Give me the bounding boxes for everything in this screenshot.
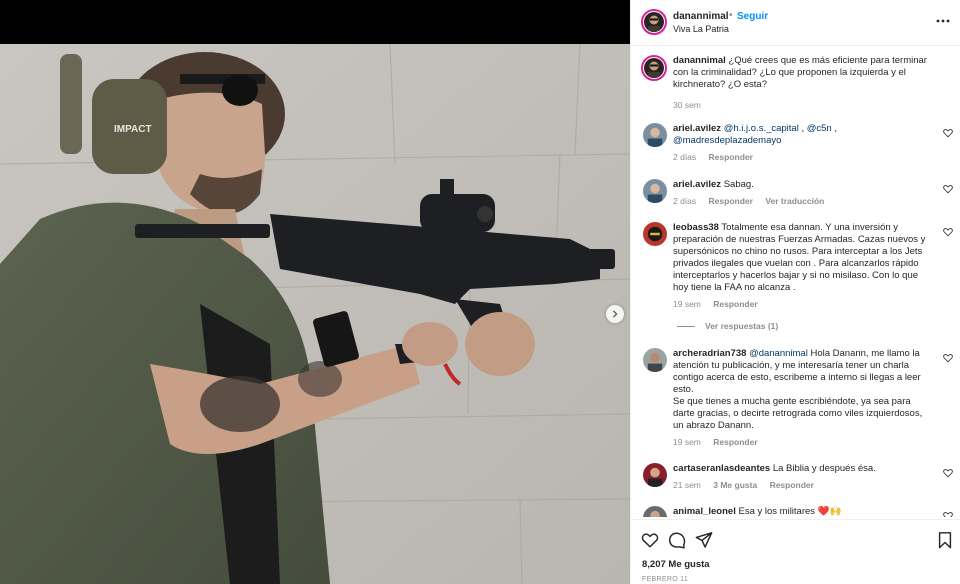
comment-username[interactable]: ariel.avilez <box>673 123 721 134</box>
reply-button[interactable]: Responder <box>713 299 757 309</box>
view-replies-label: Ver respuestas (1) <box>705 321 779 331</box>
comment-item: archeradrian738 @danannimal Hola Danann,… <box>631 348 960 458</box>
separator-dot: • <box>729 10 733 21</box>
mention-link[interactable]: @madresdeplazademayo <box>673 135 781 146</box>
comment-item: ariel.avilez Sabag. 2 días Responder Ver… <box>631 179 960 211</box>
comment-body-2: Se que tienes a mucha gente escribiéndot… <box>673 396 923 431</box>
comment-time[interactable]: 19 sem <box>673 299 701 309</box>
chevron-right-icon <box>612 310 618 318</box>
next-photo-button[interactable] <box>606 305 624 323</box>
earmuff-brand-label: IMPACT <box>114 124 152 135</box>
post-caption: danannimal ¿Qué crees que es más eficien… <box>631 53 960 113</box>
caption-time[interactable]: 30 sem <box>673 100 701 110</box>
caption-meta: 30 sem <box>673 100 711 110</box>
view-replies-button[interactable]: Ver respuestas (1) <box>677 321 778 331</box>
comment-meta: 2 días Responder <box>673 152 763 162</box>
comment-text: ariel.avilez @h.i.j.o.s._capital , @c5n … <box>673 123 837 146</box>
mention-link[interactable]: @danannimal <box>749 348 808 359</box>
reply-button[interactable]: Responder <box>770 480 814 490</box>
heart-icon[interactable] <box>641 531 659 549</box>
replies-line <box>677 326 695 328</box>
comment-item: leobass38 Totalmente esa dannan. Y una i… <box>631 222 960 332</box>
post-actions: 8,207 Me gusta FEBRERO 11 <box>631 519 960 584</box>
comment-time[interactable]: 2 días <box>673 152 696 162</box>
heart-icon[interactable] <box>943 184 953 194</box>
author-avatar[interactable] <box>641 9 667 35</box>
commenter-avatar[interactable] <box>643 222 667 246</box>
commenter-avatar[interactable] <box>643 123 667 147</box>
caption-avatar[interactable] <box>641 55 667 81</box>
commenter-avatar[interactable] <box>643 179 667 203</box>
heart-icon[interactable] <box>943 511 953 517</box>
comment-text: ariel.avilez Sabag. <box>673 179 929 191</box>
comment-time[interactable]: 2 días <box>673 196 696 206</box>
follow-button[interactable]: Seguir <box>737 11 768 22</box>
heart-icon[interactable] <box>943 353 953 363</box>
comment-text: animal_leonel Esa y los militares ❤️🙌 <box>673 506 929 517</box>
comment-text: cartaseranlasdeantes La Biblia y después… <box>673 463 929 475</box>
caption-text: danannimal ¿Qué crees que es más eficien… <box>673 55 929 91</box>
post-media: IMPACT <box>0 0 630 584</box>
post-header: danannimal • Seguir Viva La Patria <box>631 0 960 46</box>
comment-icon[interactable] <box>668 531 686 549</box>
translate-button[interactable]: Ver traducción <box>765 196 824 206</box>
comment-meta: 19 sem Responder <box>673 299 768 309</box>
post-date[interactable]: FEBRERO 11 <box>642 576 688 583</box>
send-icon[interactable] <box>695 531 713 549</box>
post-photo[interactable]: IMPACT <box>0 44 630 584</box>
likes-count[interactable]: 8,207 Me gusta <box>642 559 710 570</box>
comment-likes-button[interactable]: 3 Me gusta <box>713 480 757 490</box>
comment-username[interactable]: archeradrian738 <box>673 348 746 359</box>
heart-icon[interactable] <box>943 468 953 478</box>
comment-body: Sabag. <box>723 179 754 190</box>
reply-button[interactable]: Responder <box>709 152 753 162</box>
reply-button[interactable]: Responder <box>713 437 757 447</box>
comment-item: cartaseranlasdeantes La Biblia y después… <box>631 463 960 497</box>
caption-username[interactable]: danannimal <box>673 55 726 66</box>
comment-time[interactable]: 19 sem <box>673 437 701 447</box>
post-location[interactable]: Viva La Patria <box>673 24 729 34</box>
commenter-avatar[interactable] <box>643 348 667 372</box>
reply-button[interactable]: Responder <box>709 196 753 206</box>
comment-item: animal_leonel Esa y los militares ❤️🙌 <box>631 506 960 517</box>
comment-meta: 2 días Responder Ver traducción <box>673 196 834 206</box>
comment-body: La Biblia y después ésa. <box>772 463 876 474</box>
comment-text: leobass38 Totalmente esa dannan. Y una i… <box>673 222 929 294</box>
comment-username[interactable]: ariel.avilez <box>673 179 721 190</box>
comment-time[interactable]: 21 sem <box>673 480 701 490</box>
comments-list[interactable]: danannimal ¿Qué crees que es más eficien… <box>631 47 960 517</box>
commenter-avatar[interactable] <box>643 506 667 517</box>
comment-username[interactable]: cartaseranlasdeantes <box>673 463 770 474</box>
comment-meta: 21 sem 3 Me gusta Responder <box>673 480 824 490</box>
comment-username[interactable]: animal_leonel <box>673 506 736 517</box>
more-horizontal-icon[interactable] <box>935 14 951 28</box>
heart-icon[interactable] <box>943 227 953 237</box>
comment-text: archeradrian738 @danannimal Hola Danann,… <box>673 348 929 432</box>
commenter-avatar[interactable] <box>643 463 667 487</box>
author-username[interactable]: danannimal <box>673 11 729 22</box>
comment-meta: 19 sem Responder <box>673 437 768 447</box>
mention-link[interactable]: @c5n <box>807 123 832 134</box>
comment-username[interactable]: leobass38 <box>673 222 719 233</box>
post-side-panel: danannimal • Seguir Viva La Patria danan… <box>630 0 960 584</box>
comment-body: Esa y los militares ❤️🙌 <box>738 506 842 517</box>
comment-item: ariel.avilez @h.i.j.o.s._capital , @c5n … <box>631 123 960 167</box>
bookmark-icon[interactable] <box>936 531 954 549</box>
mention-link[interactable]: @h.i.j.o.s._capital <box>724 123 799 134</box>
heart-icon[interactable] <box>943 128 953 138</box>
